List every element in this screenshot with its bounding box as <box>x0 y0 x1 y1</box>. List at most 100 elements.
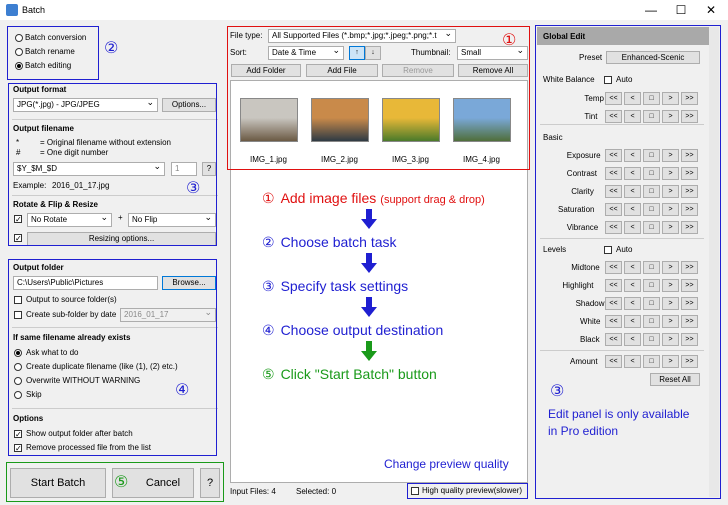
adjust-button[interactable]: >> <box>681 297 698 310</box>
adjust-button[interactable]: >> <box>681 279 698 292</box>
thumbnail-image[interactable] <box>240 98 298 142</box>
edit-row-label: Vibrance <box>566 223 599 232</box>
step-extra: (support drag & drop) <box>380 194 485 206</box>
adjust-button[interactable]: << <box>605 167 622 180</box>
step-number: ① <box>262 190 275 206</box>
adjust-button[interactable]: □ <box>643 167 660 180</box>
annotation-number-5: ⑤ <box>114 472 129 491</box>
adjust-button[interactable]: > <box>662 110 679 123</box>
amount-adjust-button[interactable]: > <box>662 355 679 368</box>
annotation-box-3 <box>8 83 217 246</box>
adjust-button[interactable]: □ <box>643 221 660 234</box>
edit-row-label: Temp <box>584 94 604 103</box>
same-name-option-label: Skip <box>26 390 42 399</box>
close-button[interactable]: ✕ <box>696 0 726 20</box>
thumbnail-image[interactable] <box>382 98 440 142</box>
adjust-button[interactable]: >> <box>681 185 698 198</box>
step-number: ④ <box>262 322 275 338</box>
adjust-button[interactable]: < <box>624 185 641 198</box>
adjust-button[interactable]: > <box>662 297 679 310</box>
thumbnail-image[interactable] <box>311 98 369 142</box>
step-text: Specify task settings <box>280 278 409 294</box>
adjust-button[interactable]: < <box>624 203 641 216</box>
adjust-button[interactable]: □ <box>643 203 660 216</box>
adjust-button[interactable]: >> <box>681 333 698 346</box>
adjust-button[interactable]: << <box>605 333 622 346</box>
adjust-button[interactable]: > <box>662 315 679 328</box>
minimize-button[interactable]: — <box>636 0 666 20</box>
title-bar: Batch — ☐ ✕ <box>0 0 728 20</box>
same-name-radio-0[interactable] <box>14 349 22 357</box>
adjust-button[interactable]: > <box>662 92 679 105</box>
down-arrow <box>366 253 372 263</box>
down-arrow <box>366 209 372 219</box>
same-name-option-label: Create duplicate filename (like (1), (2)… <box>26 362 178 371</box>
adjust-button[interactable]: □ <box>643 333 660 346</box>
adjust-button[interactable]: >> <box>681 167 698 180</box>
maximize-button[interactable]: ☐ <box>666 0 696 20</box>
down-arrow-head <box>361 351 377 361</box>
adjust-button[interactable]: < <box>624 221 641 234</box>
adjust-button[interactable]: > <box>662 185 679 198</box>
adjust-button[interactable]: >> <box>681 203 698 216</box>
adjust-button[interactable]: □ <box>643 279 660 292</box>
same-name-radio-2[interactable] <box>14 377 22 385</box>
adjust-button[interactable]: << <box>605 315 622 328</box>
amount-adjust-button[interactable]: << <box>605 355 622 368</box>
section-divider <box>540 124 704 125</box>
adjust-button[interactable]: □ <box>643 149 660 162</box>
adjust-button[interactable]: << <box>605 92 622 105</box>
adjust-button[interactable]: << <box>605 203 622 216</box>
adjust-button[interactable]: >> <box>681 110 698 123</box>
amount-adjust-button[interactable]: < <box>624 355 641 368</box>
adjust-button[interactable]: << <box>605 110 622 123</box>
adjust-button[interactable]: >> <box>681 92 698 105</box>
down-arrow-head <box>361 219 377 229</box>
adjust-button[interactable]: << <box>605 149 622 162</box>
adjust-button[interactable]: << <box>605 279 622 292</box>
thumbnail-image[interactable] <box>453 98 511 142</box>
step-number: ② <box>262 234 275 250</box>
amount-adjust-button[interactable]: >> <box>681 355 698 368</box>
adjust-button[interactable]: < <box>624 279 641 292</box>
adjust-button[interactable]: << <box>605 185 622 198</box>
adjust-button[interactable]: >> <box>681 149 698 162</box>
adjust-button[interactable]: > <box>662 167 679 180</box>
adjust-button[interactable]: □ <box>643 315 660 328</box>
adjust-button[interactable]: < <box>624 333 641 346</box>
adjust-button[interactable]: < <box>624 261 641 274</box>
adjust-button[interactable]: > <box>662 261 679 274</box>
adjust-button[interactable]: << <box>605 297 622 310</box>
amount-adjust-button[interactable]: □ <box>643 355 660 368</box>
adjust-button[interactable]: > <box>662 279 679 292</box>
adjust-button[interactable]: < <box>624 315 641 328</box>
adjust-button[interactable]: < <box>624 149 641 162</box>
annotation-number-1: ① <box>502 30 517 49</box>
adjust-button[interactable]: < <box>624 110 641 123</box>
adjust-button[interactable]: □ <box>643 92 660 105</box>
annotation-number-2: ② <box>104 38 119 57</box>
adjust-button[interactable]: □ <box>643 261 660 274</box>
adjust-button[interactable]: << <box>605 221 622 234</box>
same-name-radio-3[interactable] <box>14 391 22 399</box>
adjust-button[interactable]: < <box>624 92 641 105</box>
adjust-button[interactable]: □ <box>643 185 660 198</box>
adjust-button[interactable]: >> <box>681 261 698 274</box>
adjust-button[interactable]: > <box>662 221 679 234</box>
thumbnail-filename: IMG_3.jpg <box>392 155 429 164</box>
adjust-button[interactable]: < <box>624 297 641 310</box>
instruction-step: ④ Choose output destination <box>262 322 443 339</box>
same-name-radio-1[interactable] <box>14 363 22 371</box>
adjust-button[interactable]: >> <box>681 221 698 234</box>
adjust-button[interactable]: □ <box>643 110 660 123</box>
same-name-option-label: Overwrite WITHOUT WARNING <box>26 376 141 385</box>
adjust-button[interactable]: << <box>605 261 622 274</box>
adjust-button[interactable]: □ <box>643 297 660 310</box>
adjust-button[interactable]: > <box>662 333 679 346</box>
adjust-button[interactable]: > <box>662 203 679 216</box>
adjust-button[interactable]: < <box>624 167 641 180</box>
adjust-button[interactable]: >> <box>681 315 698 328</box>
section-divider <box>540 350 704 351</box>
section-divider <box>540 238 704 239</box>
adjust-button[interactable]: > <box>662 149 679 162</box>
